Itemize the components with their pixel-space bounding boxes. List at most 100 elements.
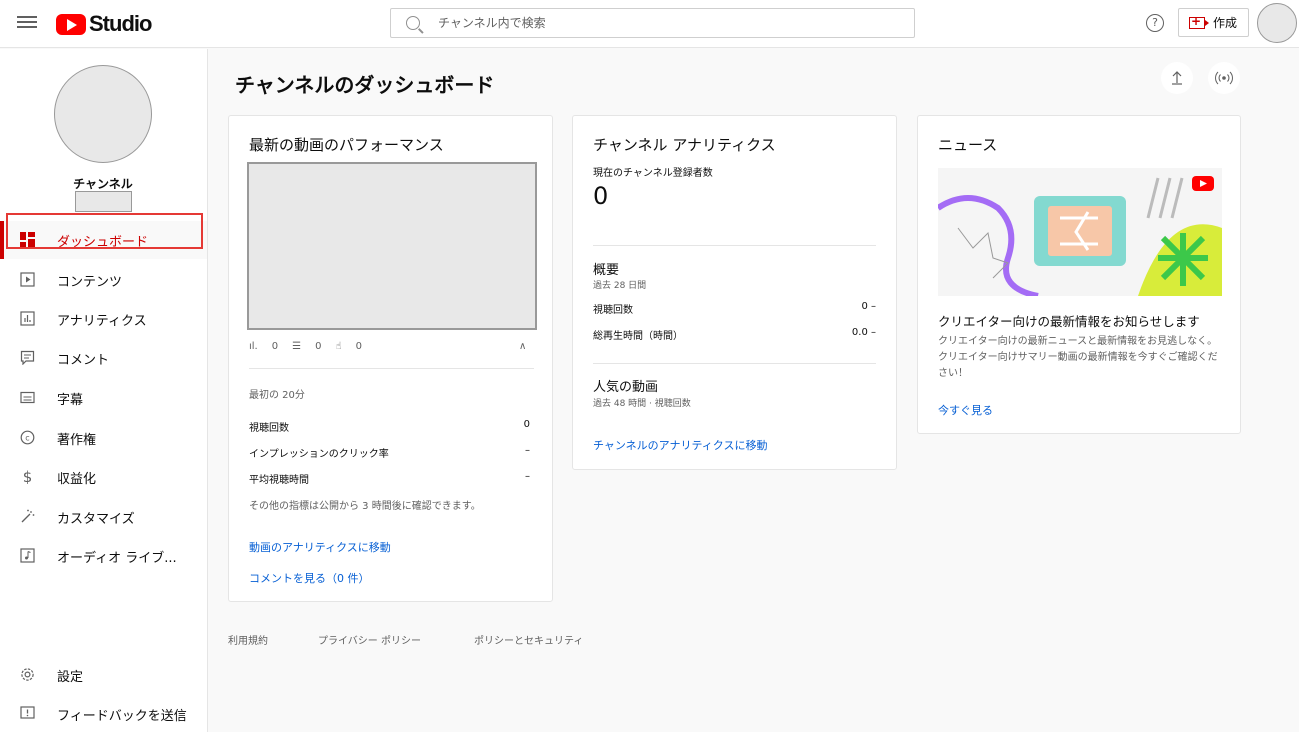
period-label: 最初の 20分 — [249, 390, 305, 401]
divider — [593, 363, 876, 364]
sidebar-item-feedback[interactable]: フィードバックを送信 — [0, 695, 207, 732]
views-count: 0 — [271, 341, 279, 352]
create-video-icon — [1189, 14, 1209, 29]
feedback-icon — [20, 706, 35, 721]
sidebar-item-comments[interactable]: コメント — [0, 339, 207, 377]
subtitles-icon — [20, 390, 35, 405]
channel-analytics-card: チャンネル アナリティクス 現在のチャンネル登録者数 0 概要 過去 28 日間… — [572, 115, 897, 470]
comments-count: 0 — [315, 341, 322, 352]
svg-text:c: c — [25, 434, 29, 443]
like-icon: ☝ — [335, 341, 342, 352]
terms-link[interactable]: 利用規約 — [228, 632, 268, 647]
metric-value: 0 – — [861, 301, 876, 312]
sidebar-item-customize[interactable]: カスタマイズ — [0, 498, 207, 536]
metric-value: 0 — [523, 419, 530, 430]
privacy-link[interactable]: プライバシー ポリシー — [318, 632, 421, 647]
sidebar-item-label: コメント — [57, 352, 110, 368]
popular-title: 人気の動画 — [593, 380, 659, 395]
sidebar-item-settings[interactable]: 設定 — [0, 656, 207, 694]
channel-label: チャンネル — [73, 177, 133, 191]
comments-icon — [20, 350, 35, 366]
customize-icon — [20, 509, 35, 524]
svg-text:$: $ — [23, 469, 33, 484]
menu-icon[interactable] — [17, 13, 37, 33]
news-body: クリエイター向けの最新ニュースと最新情報をお見逃しなく。クリエイター向けサマリー… — [938, 336, 1218, 379]
metric-value: 0.0 – — [851, 327, 876, 338]
youtube-logo-icon — [56, 13, 86, 35]
comment-icon: ☰ — [292, 341, 302, 352]
top-header: Studio ? 作成 — [0, 0, 1299, 48]
video-stats: ıl. 0 ☰ 0 ☝ 0 — [249, 341, 376, 352]
sidebar-item-label: フィードバックを送信 — [57, 708, 187, 724]
card-title: チャンネル アナリティクス — [593, 136, 776, 154]
divider — [249, 368, 534, 369]
channel-avatar[interactable] — [54, 65, 152, 163]
sidebar-item-copyright[interactable]: c 著作権 — [0, 419, 207, 457]
content-icon — [20, 272, 35, 287]
metric-label: 総再生時間（時間） — [593, 331, 683, 342]
settings-icon — [20, 667, 35, 682]
sidebar-item-label: コンテンツ — [57, 274, 123, 290]
search-input[interactable] — [438, 16, 898, 30]
channel-name-placeholder — [75, 191, 132, 212]
sidebar-item-label: アナリティクス — [57, 313, 147, 329]
sidebar-item-analytics[interactable]: アナリティクス — [0, 300, 207, 338]
metric-label: インプレッションのクリック率 — [249, 449, 389, 460]
metric-value: – — [525, 471, 530, 482]
video-analytics-link[interactable]: 動画のアナリティクスに移動 — [249, 539, 391, 555]
likes-count: 0 — [355, 341, 362, 352]
policy-security-link[interactable]: ポリシーとセキュリティ — [474, 632, 583, 647]
news-illustration[interactable] — [938, 168, 1222, 296]
sidebar-item-label: カスタマイズ — [57, 511, 135, 527]
popular-period: 過去 48 時間 · 視聴回数 — [593, 399, 691, 409]
sidebar: チャンネル ダッシュボード コンテンツ アナリティクス コメント 字幕 c 著作… — [0, 49, 208, 732]
channel-analytics-link[interactable]: チャンネルのアナリティクスに移動 — [593, 437, 767, 453]
metric-label: 視聴回数 — [249, 423, 289, 434]
search-icon — [406, 16, 420, 30]
sidebar-item-label: 設定 — [57, 669, 84, 685]
divider — [593, 245, 876, 246]
card-title: ニュース — [938, 136, 998, 154]
sidebar-item-subtitles[interactable]: 字幕 — [0, 379, 207, 417]
summary-title: 概要 — [593, 263, 620, 278]
search-bar[interactable] — [390, 8, 915, 38]
subscribers-count: 0 — [593, 182, 609, 210]
card-title: 最新の動画のパフォーマンス — [249, 136, 444, 154]
sidebar-item-label: 著作権 — [57, 432, 97, 448]
sidebar-item-monetization[interactable]: $ 収益化 — [0, 458, 207, 496]
latest-video-card: 最新の動画のパフォーマンス ıl. 0 ☰ 0 ☝ 0 ∧ 最初の 20分 視聴回数 … — [228, 115, 553, 602]
sidebar-item-dashboard[interactable]: ダッシュボード — [0, 221, 207, 259]
dashboard-icon — [20, 232, 35, 247]
video-thumbnail[interactable] — [247, 162, 537, 330]
account-avatar[interactable] — [1257, 3, 1297, 43]
sidebar-item-label: 字幕 — [57, 392, 84, 408]
view-comments-link[interactable]: コメントを見る（0 件） — [249, 570, 370, 586]
views-icon: ıl. — [249, 341, 258, 352]
subscribers-label: 現在のチャンネル登録者数 — [593, 168, 713, 179]
sidebar-item-label: ダッシュボード — [57, 234, 149, 250]
summary-period: 過去 28 日間 — [593, 281, 647, 291]
analytics-icon — [20, 311, 35, 326]
monetization-icon: $ — [20, 468, 35, 486]
sidebar-item-audio-library[interactable]: オーディオ ライブ... — [0, 537, 207, 575]
create-label: 作成 — [1213, 16, 1238, 30]
sidebar-item-label: オーディオ ライブ... — [57, 550, 177, 566]
audio-library-icon — [20, 548, 35, 563]
go-live-icon[interactable] — [1208, 62, 1240, 94]
news-card: ニュース クリエイター向けの最新情報をお知らせします クリエイター向けの最新ニュ… — [917, 115, 1241, 434]
sidebar-item-content[interactable]: コンテンツ — [0, 261, 207, 299]
chevron-up-icon[interactable]: ∧ — [519, 341, 526, 352]
studio-logo[interactable]: Studio — [56, 11, 152, 37]
create-button[interactable]: 作成 — [1178, 8, 1249, 37]
help-icon[interactable]: ? — [1146, 14, 1164, 32]
metric-label: 平均視聴時間 — [249, 475, 309, 486]
logo-text: Studio — [89, 11, 152, 36]
upload-icon[interactable] — [1161, 62, 1193, 94]
copyright-icon: c — [20, 430, 35, 445]
page-title: チャンネルのダッシュボード — [235, 73, 495, 97]
news-link[interactable]: 今すぐ見る — [938, 402, 993, 418]
news-headline: クリエイター向けの最新情報をお知らせします — [938, 314, 1200, 329]
sidebar-item-label: 収益化 — [57, 471, 97, 487]
metrics-note: その他の指標は公開から 3 時間後に確認できます。 — [249, 501, 481, 512]
metric-label: 視聴回数 — [593, 305, 633, 316]
